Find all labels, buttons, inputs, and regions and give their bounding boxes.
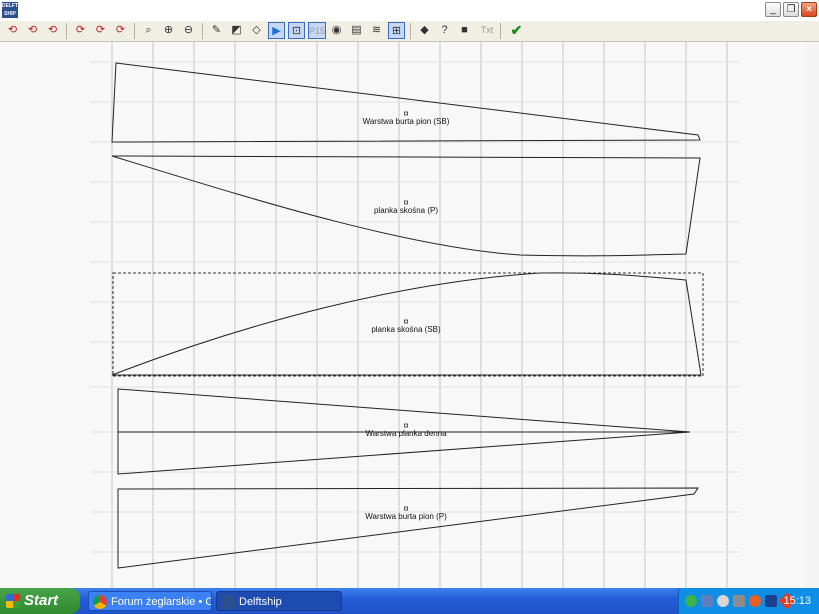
device-icon[interactable] [733, 595, 745, 607]
panel-label-marker [404, 506, 408, 511]
rotate-1-icon[interactable]: ⟲ [4, 22, 21, 39]
update-icon[interactable] [717, 595, 729, 607]
layers-icon[interactable]: ≋ [368, 22, 385, 39]
app-logo-icon[interactable]: DELFT SHIP [2, 2, 18, 18]
system-tray: 15:13 [678, 588, 819, 614]
pencil-icon[interactable]: ✎ [208, 22, 225, 39]
task-delftship[interactable]: Delftship [216, 591, 342, 611]
panel-label-icon[interactable]: P15 [308, 22, 326, 39]
zoom-extents-icon[interactable]: ⌕ [140, 22, 157, 39]
rotate-5-icon[interactable]: ⟳ [92, 22, 109, 39]
windows-flag-icon [6, 594, 20, 608]
panel-label: Warstwa burta pion (SB) [363, 117, 450, 126]
eraser-icon[interactable]: ◇ [248, 22, 265, 39]
task-browser-label: Forum żeglarskie • O... [111, 596, 212, 608]
panel-label: Warstwa burta pion (P) [365, 512, 447, 521]
panel-drawing[interactable]: Warstwa burta pion (SB) planka skośna (P)… [0, 42, 805, 588]
shape-icon[interactable]: ◆ [416, 22, 433, 39]
arrow-icon[interactable]: ▶ [268, 22, 285, 39]
mirror-icon[interactable]: ◉ [328, 22, 345, 39]
maximize-button[interactable]: ❐ [783, 2, 799, 17]
rotate-3-icon[interactable]: ⟲ [44, 22, 61, 39]
network-icon[interactable] [701, 595, 713, 607]
toolbar-separator [134, 23, 135, 39]
panel-outline-burta-p [117, 487, 699, 569]
delftship-icon [221, 595, 235, 609]
taskbar: Start Forum żeglarskie • O... Delftship … [0, 588, 819, 614]
panel-label-marker [404, 200, 408, 205]
zoom-in-icon[interactable]: ⊕ [160, 22, 177, 39]
panel-label: planka skośna (P) [374, 206, 438, 215]
flip-icon[interactable]: ◩ [228, 22, 245, 39]
app-tray-icon[interactable] [765, 595, 777, 607]
title-bar: DELFT SHIP _ ❐ × [0, 0, 819, 21]
vertical-scrollbar[interactable] [805, 42, 819, 588]
chrome-icon [93, 595, 107, 609]
clock: 15:13 [783, 595, 811, 607]
rotate-2-icon[interactable]: ⟲ [24, 22, 41, 39]
toolbar-separator [66, 23, 67, 39]
start-button[interactable]: Start [0, 588, 80, 614]
panel-label-marker [404, 319, 408, 324]
rotate-6-icon[interactable]: ⟳ [112, 22, 129, 39]
panel-label-marker [404, 111, 408, 116]
ruler-icon[interactable]: ▤ [348, 22, 365, 39]
panel-outline-skosna-sb [111, 272, 702, 376]
volume-icon[interactable] [749, 595, 761, 607]
help-icon[interactable]: ? [436, 22, 453, 39]
close-button[interactable]: × [801, 2, 817, 17]
toolbar: ⟲ ⟲ ⟲ ⟳ ⟳ ⟳ ⌕ ⊕ ⊖ ✎ ◩ ◇ ▶ ⊡ P15 ◉ ▤ ≋ ⊞ ◆? ■ Txt ✔ [0, 21, 819, 42]
security-icon[interactable] [685, 595, 697, 607]
toolbar-separator [500, 23, 501, 39]
toolbar-separator [202, 23, 203, 39]
zoom-out-icon[interactable]: ⊖ [180, 22, 197, 39]
task-browser[interactable]: Forum żeglarskie • O... [88, 591, 212, 611]
box-icon[interactable]: ■ [456, 22, 473, 39]
text-icon[interactable]: Txt [476, 22, 498, 39]
panel-label: Warstwa planka denna [365, 429, 447, 438]
toolbar-separator [410, 23, 411, 39]
start-label: Start [24, 592, 59, 609]
task-delftship-label: Delftship [239, 596, 282, 608]
drawing-canvas[interactable]: Warstwa burta pion (SB) planka skośna (P)… [0, 42, 819, 588]
ok-check-icon[interactable]: ✔ [508, 22, 525, 39]
panel-label: planka skośna (SB) [371, 325, 441, 334]
panel-label-marker [404, 423, 408, 428]
rotate-4-icon[interactable]: ⟳ [72, 22, 89, 39]
minimize-button[interactable]: _ [765, 2, 781, 17]
grid-icon[interactable]: ⊞ [388, 22, 405, 39]
dimension-icon[interactable]: ⊡ [288, 22, 305, 39]
